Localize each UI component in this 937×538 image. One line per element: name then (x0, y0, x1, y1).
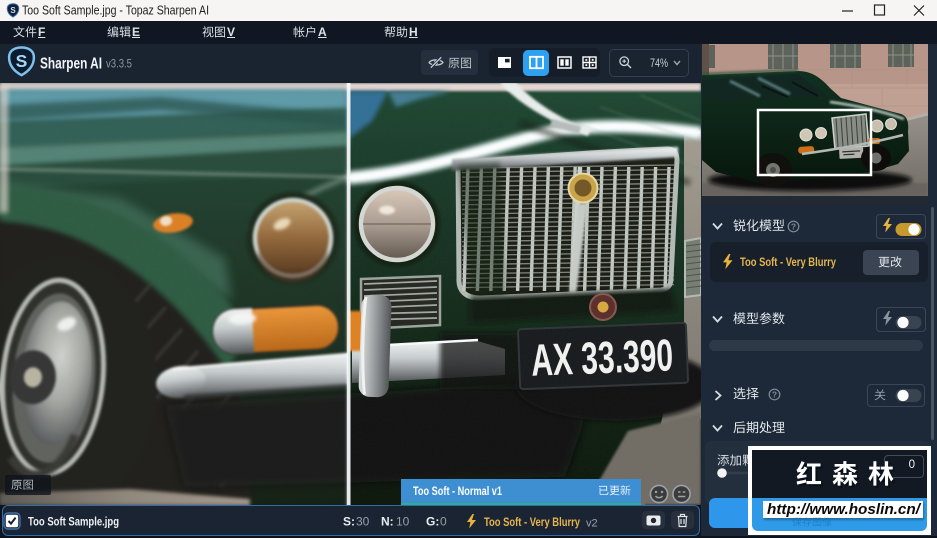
svg-text:Too Soft - Very Blurry: Too Soft - Very Blurry (484, 517, 580, 529)
svg-text:N:: N: (381, 515, 394, 529)
svg-text:S:: S: (343, 515, 355, 529)
svg-text:Sharpen AI: Sharpen AI (40, 55, 102, 72)
svg-text:30: 30 (356, 515, 370, 529)
svg-text:Too Soft - Very Blurry: Too Soft - Very Blurry (740, 257, 836, 269)
svg-text:?: ? (791, 221, 796, 231)
svg-text:10: 10 (396, 515, 410, 529)
svg-text:S: S (16, 51, 28, 71)
svg-text:?: ? (772, 389, 777, 399)
svg-text:Too Soft Sample.jpg - Topaz Sh: Too Soft Sample.jpg - Topaz Sharpen AI (22, 3, 209, 18)
svg-text:G:: G: (426, 515, 439, 529)
svg-text:S: S (10, 6, 16, 15)
svg-text:v3.3.5: v3.3.5 (106, 57, 132, 71)
svg-text:0: 0 (440, 515, 447, 529)
svg-text:http://www.hoslin.cn/: http://www.hoslin.cn/ (767, 502, 922, 518)
svg-text:v2: v2 (586, 517, 598, 529)
svg-text:Too Soft - Normal v1: Too Soft - Normal v1 (413, 486, 502, 498)
svg-text:Too Soft Sample.jpg: Too Soft Sample.jpg (28, 515, 119, 529)
svg-text:74%: 74% (650, 58, 668, 70)
